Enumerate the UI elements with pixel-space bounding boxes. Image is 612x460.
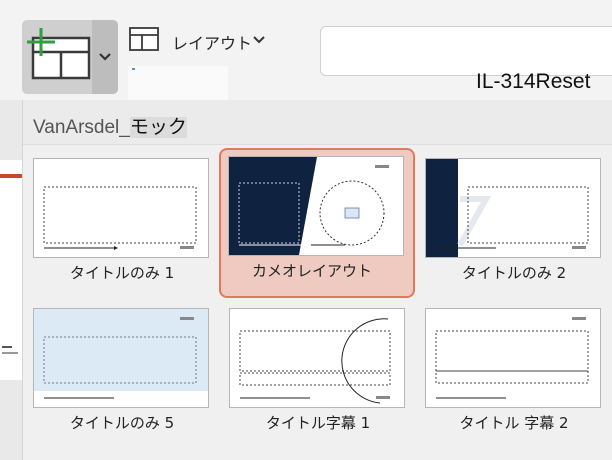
layout-tile-cameo-layout[interactable]: カメオレイアウト (219, 148, 415, 298)
layout-label: タイトル 字幕 2 (459, 414, 569, 432)
document-id-label: IL-314Reset (476, 70, 591, 93)
gallery-title: VanArsdel_モック (33, 117, 187, 138)
layout-label: タイトルのみ 1 (69, 264, 175, 282)
layout-tile-title-only-5[interactable]: タイトルのみ 5 (25, 300, 219, 440)
layout-tile-title-only-2[interactable]: タイトルのみ 2 (417, 150, 611, 290)
layout-label: カメオレイアウト (251, 262, 372, 280)
new-slide-dropdown-button[interactable] (92, 20, 118, 94)
layout-thumbnail (33, 158, 209, 258)
layout-label: タイトルのみ 5 (69, 414, 175, 432)
layout-thumbnail (425, 308, 601, 408)
layout-gallery: VanArsdel_モック タイトルのみ 1 カメオレイアウト タイトルのみ 2… (22, 100, 612, 460)
background-slide-edge (0, 160, 22, 380)
chevron-down-icon (99, 53, 111, 61)
new-slide-plus-icon (27, 28, 91, 80)
layout-thumbnail (425, 158, 601, 258)
layout-tile-title-subtitle-2[interactable]: タイトル 字幕 2 (417, 300, 611, 440)
ribbon-input-box[interactable] (320, 26, 612, 76)
layout-icon (129, 27, 159, 51)
gallery-header: VanArsdel_モック (23, 100, 612, 145)
layout-button[interactable]: レイアウト (128, 26, 270, 56)
layout-tile-title-subtitle-1[interactable]: タイトル字幕 1 (221, 300, 415, 440)
layout-thumbnail (229, 308, 405, 408)
chevron-down-icon (253, 36, 265, 44)
layout-label: タイトル字幕 1 (265, 414, 371, 432)
ribbon: レイアウト IL-314Reset (0, 0, 612, 100)
layout-label: タイトルのみ 2 (461, 264, 567, 282)
ribbon-blank-area (128, 66, 228, 100)
layout-label: レイアウト (172, 34, 253, 53)
layout-thumbnail (33, 308, 209, 408)
layout-thumbnail (228, 156, 404, 256)
layout-tile-title-only-1[interactable]: タイトルのみ 1 (25, 150, 219, 290)
